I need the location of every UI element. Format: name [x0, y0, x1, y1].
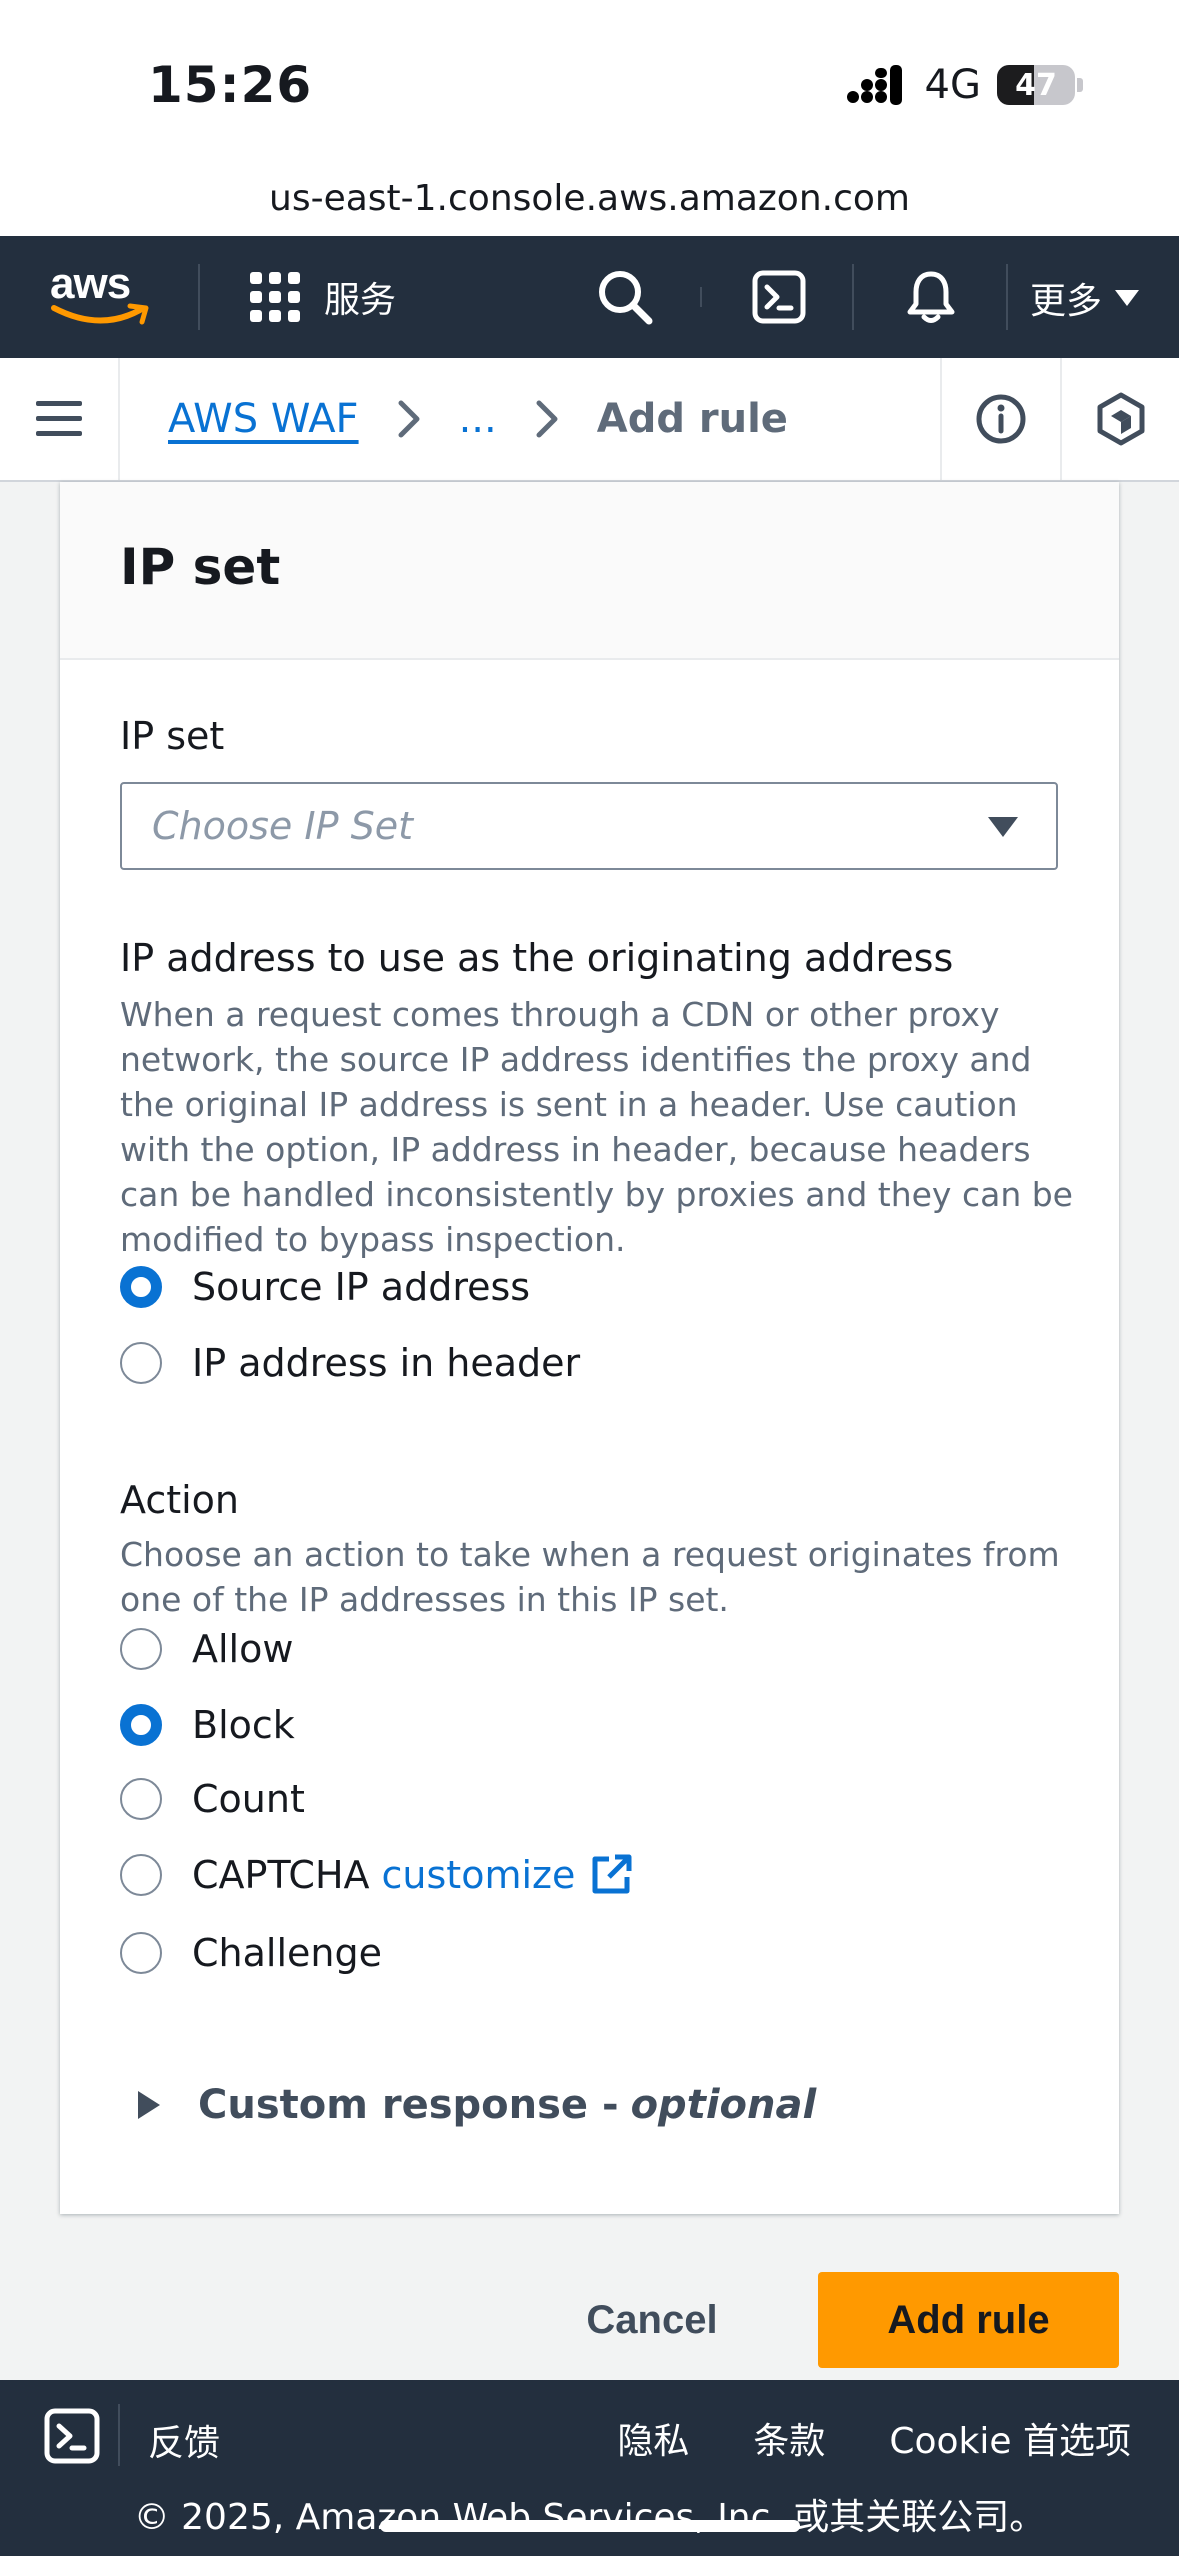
radio-label: Count — [192, 1777, 305, 1821]
breadcrumb-ellipsis[interactable]: ... — [459, 396, 497, 442]
action-label: Action — [120, 1478, 240, 1522]
radio-source-ip[interactable]: Source IP address — [120, 1262, 530, 1312]
radio-button-selected[interactable] — [120, 1266, 162, 1308]
caret-right-icon — [138, 2091, 160, 2119]
cloudshell-button[interactable] — [748, 266, 810, 328]
ip-set-panel: IP set IP set Choose IP Set IP address t… — [60, 482, 1119, 2214]
terms-link[interactable]: 条款 — [753, 2412, 825, 2464]
origin-address-label: IP address to use as the originating add… — [120, 936, 954, 980]
battery-icon: 47 — [997, 65, 1075, 105]
caret-down-icon — [988, 817, 1018, 837]
services-label: 服务 — [324, 280, 397, 321]
radio-challenge[interactable]: Challenge — [120, 1928, 382, 1978]
cancel-button[interactable]: Cancel — [552, 2272, 752, 2368]
services-button[interactable]: 服务 — [250, 266, 396, 328]
grid-icon — [250, 272, 300, 322]
security-tools-button[interactable] — [1060, 358, 1179, 480]
radio-button[interactable] — [120, 1342, 162, 1384]
aws-logo[interactable]: aws — [50, 262, 154, 332]
feedback-link[interactable]: 反馈 — [148, 2414, 220, 2466]
ip-set-select[interactable]: Choose IP Set — [120, 782, 1058, 870]
add-rule-button[interactable]: Add rule — [818, 2272, 1119, 2368]
chevron-right-icon — [398, 400, 420, 438]
radio-label: IP address in header — [192, 1341, 581, 1385]
cloudshell-icon[interactable] — [44, 2408, 100, 2464]
radio-label: Block — [192, 1703, 295, 1747]
action-description: Choose an action to take when a request … — [120, 1535, 1060, 1619]
radio-button[interactable] — [120, 1628, 162, 1670]
shield-hexagon-icon — [1097, 392, 1145, 446]
privacy-link[interactable]: 隐私 — [617, 2412, 689, 2464]
radio-label: CAPTCHA — [192, 1853, 370, 1897]
breadcrumb: AWS WAF ... Add rule — [168, 358, 788, 480]
status-time: 15:26 — [148, 56, 313, 114]
breadcrumb-aws-waf[interactable]: AWS WAF — [168, 396, 359, 442]
custom-response-label: Custom response - — [198, 2082, 619, 2128]
ip-set-label: IP set — [120, 714, 225, 758]
search-icon — [599, 271, 653, 325]
aws-top-nav: aws 服务 更多 — [0, 236, 1179, 358]
radio-count[interactable]: Count — [120, 1774, 305, 1824]
more-menu-button[interactable]: 更多 — [1030, 272, 1140, 324]
cloudshell-icon — [752, 270, 806, 324]
radio-button[interactable] — [120, 1778, 162, 1820]
radio-ip-in-header[interactable]: IP address in header — [120, 1338, 580, 1388]
network-type: 4G — [924, 62, 981, 108]
signal-icon — [846, 65, 902, 105]
custom-response-optional: optional — [630, 2082, 817, 2128]
radio-button[interactable] — [120, 1854, 162, 1896]
status-bar: 15:26 4G 47 — [0, 0, 1179, 160]
footer-links: 隐私 条款 Cookie 首选项 — [617, 2412, 1131, 2464]
status-indicators: 4G 47 — [846, 62, 1083, 108]
radio-allow[interactable]: Allow — [120, 1624, 293, 1674]
notifications-button[interactable] — [900, 266, 962, 328]
captcha-customize-link[interactable]: customize — [382, 1853, 576, 1897]
caret-down-icon — [1115, 290, 1140, 306]
radio-block[interactable]: Block — [120, 1700, 295, 1750]
cookie-preferences-link[interactable]: Cookie 首选项 — [889, 2412, 1131, 2464]
origin-address-description: When a request comes through a CDN or ot… — [120, 995, 1073, 1259]
ip-set-placeholder: Choose IP Set — [152, 804, 413, 848]
side-nav-toggle[interactable] — [0, 358, 120, 480]
breadcrumb-current: Add rule — [596, 396, 788, 442]
panel-header: IP set — [60, 482, 1119, 660]
info-panel-button[interactable] — [940, 358, 1060, 480]
info-icon — [976, 394, 1026, 444]
radio-label: Allow — [192, 1627, 294, 1671]
home-indicator[interactable] — [380, 2520, 800, 2532]
battery-level: 47 — [1015, 67, 1057, 103]
radio-label: Challenge — [192, 1931, 382, 1975]
chevron-right-icon — [536, 400, 558, 438]
hamburger-menu-icon — [36, 401, 82, 436]
radio-label: Source IP address — [192, 1265, 531, 1309]
more-label: 更多 — [1030, 281, 1103, 322]
copyright-text: © 2025, Amazon Web Services, Inc. 或其关联公司… — [133, 2497, 1046, 2538]
radio-button-selected[interactable] — [120, 1704, 162, 1746]
bell-icon — [907, 271, 955, 323]
search-button[interactable] — [594, 266, 656, 328]
panel-title: IP set — [120, 538, 281, 596]
external-link-icon[interactable] — [589, 1853, 633, 1897]
aws-smile-icon — [51, 303, 149, 325]
radio-button[interactable] — [120, 1932, 162, 1974]
radio-captcha[interactable]: CAPTCHA customize — [120, 1850, 633, 1900]
breadcrumb-bar: AWS WAF ... Add rule — [0, 358, 1179, 482]
custom-response-expander[interactable]: Custom response - optional — [136, 2082, 816, 2128]
browser-url[interactable]: us-east-1.console.aws.amazon.com — [0, 160, 1179, 236]
